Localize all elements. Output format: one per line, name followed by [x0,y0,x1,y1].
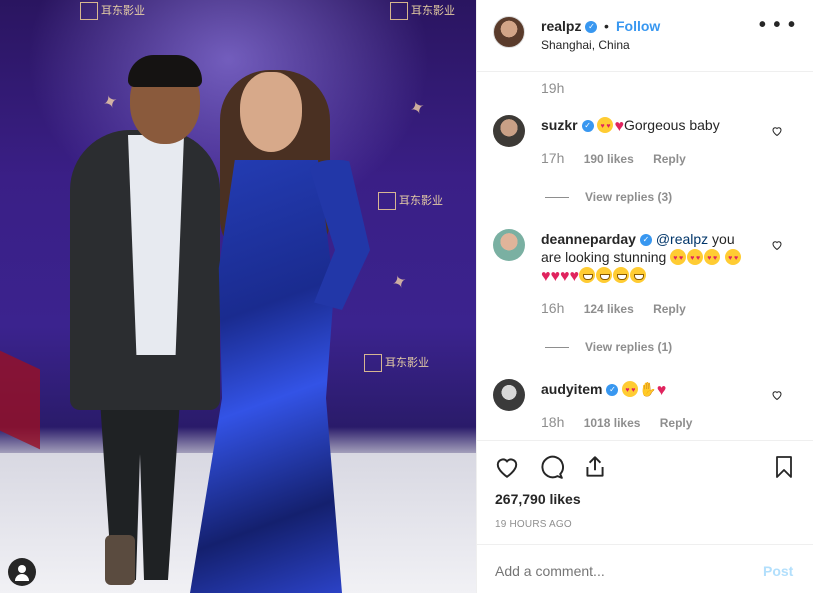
verified-icon: ✓ [585,21,598,34]
heart-eyes-emoji [622,381,639,400]
backdrop-logo: 耳东影业 [80,2,145,20]
backdrop-glyph: ✦ [99,90,122,115]
comment-likes[interactable]: 1018 likes [584,416,641,430]
bookmark-icon[interactable] [772,454,796,480]
comment-likes[interactable]: 190 likes [584,152,634,166]
man-hair [128,55,202,87]
comment-time[interactable]: 17h [541,150,564,166]
comment-meta: 18h 1018 likes Reply [541,414,708,430]
heart-icon[interactable] [771,125,783,137]
verified-icon: ✓ [581,120,594,133]
author-avatar[interactable] [493,16,525,48]
mention-link[interactable]: @realpz [656,231,708,247]
caption-time[interactable]: 19h [541,80,564,96]
backdrop-glyph: ✦ [406,96,429,121]
reply-button[interactable]: Reply [653,152,686,166]
backdrop-logo: 耳东影业 [390,2,455,20]
heart-icon[interactable] [771,239,783,251]
follow-button[interactable]: Follow [616,18,660,34]
heart-icon[interactable] [771,389,783,401]
view-replies-button[interactable]: View replies (3) [545,190,672,204]
heart-eyes-emoji [687,249,704,268]
backdrop-logo: 耳东影业 [364,354,429,372]
reply-button[interactable]: Reply [653,302,686,316]
divider [477,440,813,441]
folded-hands-emoji: ✋ [639,381,657,397]
woman-head [240,72,302,152]
red-heart-emoji: ♥ [656,382,667,399]
grin-emoji [630,267,646,283]
view-replies-button[interactable]: View replies (1) [545,340,672,354]
comment-meta: 16h 124 likes Reply [541,300,702,316]
reply-button[interactable]: Reply [660,416,693,430]
comment-body: deanneparday ✓ @realpz you are looking st… [541,230,747,286]
comment-time[interactable]: 16h [541,300,564,316]
man-shoe [105,535,135,585]
commenter-username[interactable]: audyitem ✓ [541,381,619,397]
comment-time[interactable]: 18h [541,414,564,430]
commenter-username[interactable]: suzkr ✓ [541,117,594,133]
red-heart-emoji: ♥♥♥♥ [541,268,579,285]
comment-body: suzkr✓ ♥Gorgeous baby [541,116,771,136]
divider [477,544,813,545]
commenter-avatar[interactable] [493,115,525,147]
verified-icon: ✓ [606,384,619,397]
comment-likes[interactable]: 124 likes [584,302,634,316]
heart-eyes-emoji [725,249,742,268]
red-heart-emoji: ♥ [614,118,624,135]
verified-icon: ✓ [639,234,652,247]
comment-icon[interactable] [538,454,564,480]
post-timestamp[interactable]: 19 HOURS AGO [495,519,572,530]
user-tag-icon[interactable] [8,558,36,586]
post-sidebar: realpz ✓ • Follow Shanghai, China • • • 1… [476,0,813,593]
author-username[interactable]: realpz ✓ [541,18,598,34]
man-shirt [128,135,184,355]
more-icon[interactable]: • • • [759,15,796,35]
commenter-avatar[interactable] [493,379,525,411]
backdrop-glyph: ✦ [388,270,411,295]
grin-emoji [596,267,612,283]
commenter-avatar[interactable] [493,229,525,261]
separator-dot: • [604,18,609,34]
heart-eyes-emoji [597,117,614,136]
post-photo[interactable]: 耳东影业 耳东影业 耳东影业 耳东影业 ✦ ✦ ✦ [0,0,476,593]
comment-meta: 17h 190 likes Reply [541,150,702,166]
comment-body: audyitem✓ ✋♥ [541,380,761,400]
grin-emoji [613,267,629,283]
backdrop-logo: 耳东影业 [378,192,443,210]
likes-count[interactable]: 267,790 likes [495,491,581,507]
heart-icon[interactable] [494,454,520,480]
comment-text: Gorgeous baby [623,117,720,133]
heart-eyes-emoji [670,249,687,268]
add-comment-input[interactable] [495,563,745,579]
post-header: realpz ✓ • Follow Shanghai, China • • • [477,0,813,72]
post-location[interactable]: Shanghai, China [541,38,630,52]
post-comment-button[interactable]: Post [763,563,793,579]
share-icon[interactable] [582,454,608,480]
heart-eyes-emoji [704,249,721,268]
commenter-username[interactable]: deanneparday ✓ [541,231,652,247]
red-carpet [0,350,40,450]
grin-emoji [579,267,595,283]
